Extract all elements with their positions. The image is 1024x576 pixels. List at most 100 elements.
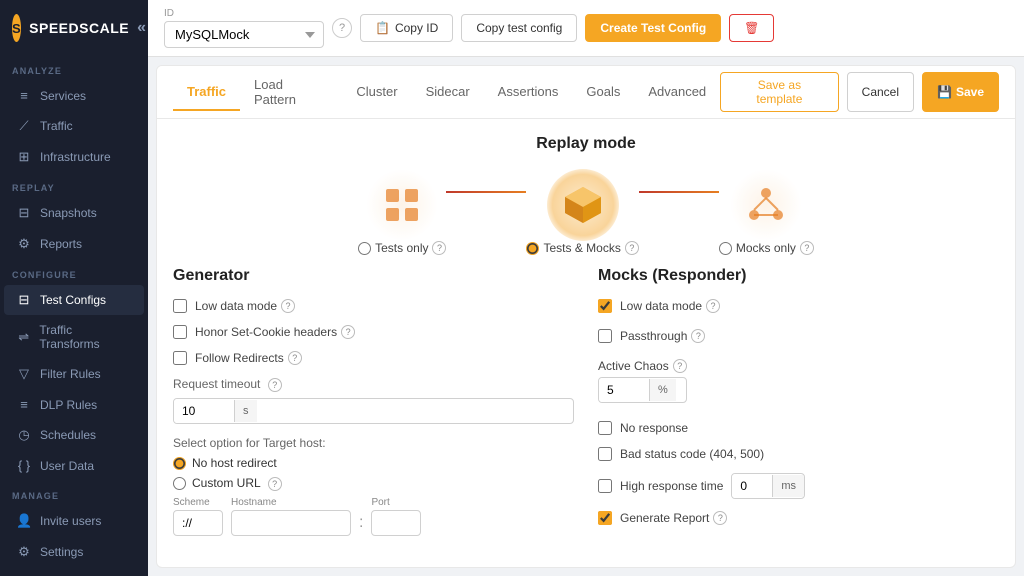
save-button[interactable]: 💾 Save	[922, 72, 999, 112]
sidebar-item-invite-users[interactable]: 👤 Invite users	[4, 506, 144, 536]
mode-tests-only-icon-wrap	[366, 169, 438, 241]
mode-tests-mocks-radio-row[interactable]: Tests & Mocks ?	[526, 241, 638, 255]
mocks-high-response-time-checkbox[interactable]	[598, 479, 612, 493]
custom-url-radio[interactable]	[173, 477, 186, 490]
sidebar-item-schedules[interactable]: ◷ Schedules	[4, 420, 144, 450]
sidebar-item-reports[interactable]: ⚙ Reports	[4, 229, 144, 259]
content-area: Traffic Load Pattern Cluster Sidecar Ass…	[156, 65, 1016, 568]
sidebar-item-dlp-rules[interactable]: ≡ DLP Rules	[4, 390, 144, 419]
generate-report-help[interactable]: ?	[713, 511, 727, 525]
mocks-generate-report-checkbox[interactable]	[598, 511, 612, 525]
no-host-redirect-option[interactable]: No host redirect	[173, 456, 574, 470]
sidebar-item-traffic-transforms[interactable]: ⇌ Traffic Transforms	[4, 316, 144, 358]
tab-load-pattern[interactable]: Load Pattern	[240, 67, 342, 119]
generator-honor-cookie-checkbox[interactable]	[173, 325, 187, 339]
active-chaos-help[interactable]: ?	[673, 359, 687, 373]
hostname-field: Hostname	[231, 497, 351, 536]
copy-id-button[interactable]: 📋 Copy ID	[360, 14, 453, 42]
mocks-no-response-checkbox[interactable]	[598, 421, 612, 435]
sidebar-collapse-button[interactable]: «	[137, 19, 146, 37]
section-label-configure: CONFIGURE	[0, 260, 148, 284]
mode-tests-mocks-radio[interactable]	[526, 242, 539, 255]
sidebar-item-filter-rules[interactable]: ▽ Filter Rules	[4, 359, 144, 389]
mode-tests-mocks-icon-wrap	[547, 169, 619, 241]
user-data-icon: { }	[16, 458, 32, 473]
high-response-time-input-wrap: ms	[731, 473, 805, 499]
generator-honor-cookie-help[interactable]: ?	[341, 325, 355, 339]
sidebar-section-configure: CONFIGURE ⊟ Test Configs ⇌ Traffic Trans…	[0, 260, 148, 481]
scheme-input[interactable]	[173, 510, 223, 536]
mode-mocks-only-help[interactable]: ?	[800, 241, 814, 255]
generator-low-data-help[interactable]: ?	[281, 299, 295, 313]
generator-follow-redirects-help[interactable]: ?	[288, 351, 302, 365]
mode-tests-mocks-help[interactable]: ?	[625, 241, 639, 255]
mocks-low-data-help[interactable]: ?	[706, 299, 720, 313]
mode-mocks-only-radio[interactable]	[719, 242, 732, 255]
delete-button[interactable]: 🗑	[729, 14, 774, 42]
connector-left	[446, 191, 526, 193]
mocks-passthrough-help[interactable]: ?	[691, 329, 705, 343]
generator-low-data-mode-checkbox[interactable]	[173, 299, 187, 313]
tabs-right-actions: Save as template Cancel 💾 Save	[720, 66, 999, 118]
mocks-generate-report-label: Generate Report ?	[620, 511, 727, 525]
save-as-template-button[interactable]: Save as template	[720, 72, 838, 112]
sidebar-item-traffic[interactable]: ⟋ Traffic	[4, 111, 144, 141]
tab-sidecar[interactable]: Sidecar	[412, 74, 484, 111]
mocks-bad-status-row: Bad status code (404, 500)	[598, 447, 999, 461]
test-configs-icon: ⊟	[16, 292, 32, 308]
request-timeout-help[interactable]: ?	[268, 378, 282, 392]
request-timeout-input[interactable]	[174, 399, 234, 423]
sidebar-item-settings[interactable]: ⚙ Settings	[4, 537, 144, 567]
help-icon[interactable]: ?	[332, 18, 352, 38]
mocks-low-data-mode-checkbox[interactable]	[598, 299, 612, 313]
mode-tests-only-label: Tests only	[375, 241, 428, 255]
generator-follow-redirects-checkbox[interactable]	[173, 351, 187, 365]
traffic-tab-body: Replay mode Tests only	[157, 119, 1015, 553]
topbar: ID MySQLMock ? 📋 Copy ID Copy test confi…	[148, 0, 1024, 57]
mocks-passthrough-checkbox[interactable]	[598, 329, 612, 343]
mode-tests-only[interactable]: Tests only ?	[358, 169, 446, 255]
request-timeout-input-wrap: s	[173, 398, 574, 424]
generator-low-data-mode-label: Low data mode ?	[195, 299, 295, 313]
tabs-bar: Traffic Load Pattern Cluster Sidecar Ass…	[157, 66, 1015, 119]
no-host-redirect-radio[interactable]	[173, 457, 186, 470]
tab-traffic[interactable]: Traffic	[173, 74, 240, 111]
sidebar-item-label: Traffic Transforms	[39, 323, 132, 351]
sidebar-item-services[interactable]: ≡ Services	[4, 81, 144, 110]
mocks-bad-status-checkbox[interactable]	[598, 447, 612, 461]
hostname-input[interactable]	[231, 510, 351, 536]
tab-cluster[interactable]: Cluster	[342, 74, 411, 111]
active-chaos-input[interactable]	[599, 378, 649, 402]
mode-tests-only-radio[interactable]	[358, 242, 371, 255]
tab-goals[interactable]: Goals	[572, 74, 634, 111]
cancel-button[interactable]: Cancel	[847, 72, 914, 112]
create-test-config-button[interactable]: Create Test Config	[585, 14, 721, 42]
copy-test-config-button[interactable]: Copy test config	[461, 14, 577, 42]
colon-separator: :	[359, 514, 363, 532]
sidebar-item-label: Services	[40, 89, 86, 103]
tab-advanced[interactable]: Advanced	[634, 74, 720, 111]
custom-url-option[interactable]: Custom URL ?	[173, 476, 574, 491]
sidebar-item-user-data[interactable]: { } User Data	[4, 451, 144, 480]
sidebar-item-snapshots[interactable]: ⊟ Snapshots	[4, 198, 144, 228]
tab-assertions[interactable]: Assertions	[484, 74, 573, 111]
mode-mocks-only[interactable]: Mocks only ?	[719, 169, 814, 255]
mode-tests-mocks[interactable]: Tests & Mocks ?	[526, 169, 638, 255]
mode-mocks-only-radio-row[interactable]: Mocks only ?	[719, 241, 814, 255]
settings-icon: ⚙	[16, 544, 32, 560]
high-response-time-input[interactable]	[732, 474, 772, 498]
generator-honor-cookie-label: Honor Set-Cookie headers ?	[195, 325, 355, 339]
sidebar-item-infrastructure[interactable]: ⊞ Infrastructure	[4, 142, 144, 172]
id-select[interactable]: MySQLMock	[164, 21, 324, 48]
sidebar-item-test-configs[interactable]: ⊟ Test Configs	[4, 285, 144, 315]
section-label-support: SUPPORT	[0, 568, 148, 576]
active-chaos-wrap: Active Chaos ? %	[598, 359, 687, 403]
section-label-analyze: ANALYZE	[0, 56, 148, 80]
generator-follow-redirects-label: Follow Redirects ?	[195, 351, 302, 365]
mode-tests-only-radio-row[interactable]: Tests only ?	[358, 241, 446, 255]
custom-url-help[interactable]: ?	[268, 477, 282, 491]
mocks-no-response-label: No response	[620, 421, 688, 435]
sidebar-item-label: DLP Rules	[40, 398, 97, 412]
mode-tests-only-help[interactable]: ?	[432, 241, 446, 255]
port-input[interactable]	[371, 510, 421, 536]
